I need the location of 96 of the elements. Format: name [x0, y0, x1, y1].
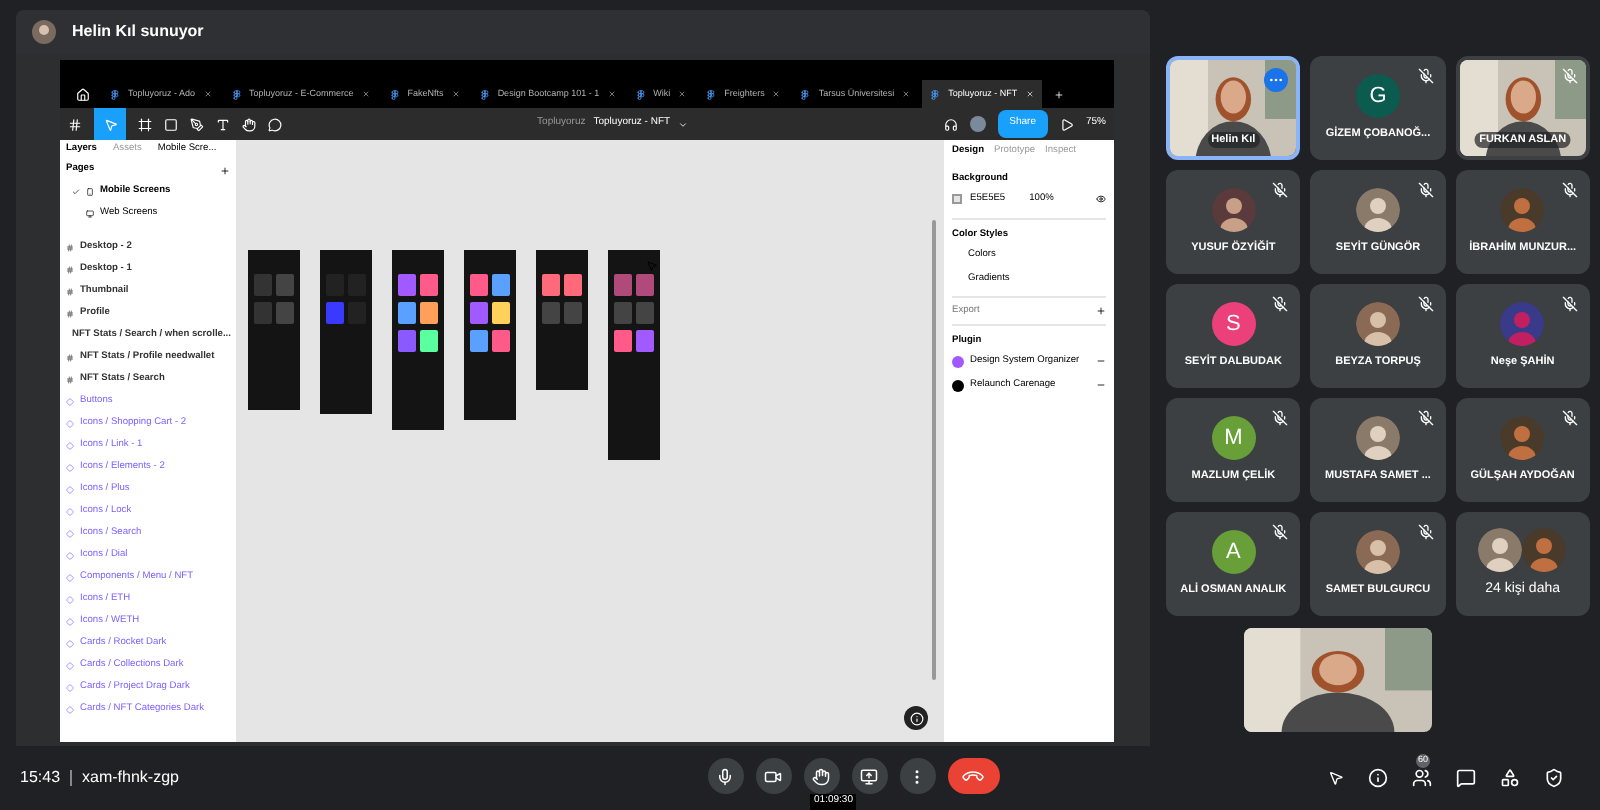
file-icon [930, 89, 941, 99]
component-icon [66, 595, 74, 603]
chat-icon[interactable] [1456, 768, 1476, 788]
phone-icon [86, 187, 94, 195]
file-icon [231, 89, 242, 99]
add-export-icon[interactable] [1096, 306, 1106, 317]
mobile-frame-thumbnail[interactable] [392, 250, 444, 430]
component-icon [66, 441, 74, 449]
avatar-initial: A [1211, 529, 1256, 574]
clock-time: 15:43 [20, 766, 61, 790]
frame-icon [66, 309, 74, 317]
file-icon [479, 89, 490, 99]
meeting-code: xam-fhnk-zgp [82, 766, 179, 790]
avatar-photo [1355, 415, 1400, 460]
main-menu-icon[interactable] [68, 117, 82, 131]
component-icon [66, 419, 74, 427]
add-page-icon[interactable] [220, 165, 230, 175]
headphones-icon[interactable] [943, 117, 958, 131]
microphone-button[interactable] [707, 758, 744, 795]
mobile-frame-thumbnail[interactable] [248, 250, 300, 410]
pointer-icon [103, 117, 117, 131]
mobile-frame-thumbnail[interactable] [536, 250, 588, 390]
file-icon [389, 89, 400, 99]
home-icon[interactable] [76, 87, 90, 101]
meeting-details-icon[interactable] [1368, 768, 1388, 788]
avatar-photo [1211, 187, 1256, 232]
present-button[interactable] [851, 758, 888, 795]
pen-tool-icon[interactable] [190, 117, 204, 131]
component-icon [66, 683, 74, 691]
component-icon [66, 551, 74, 559]
component-icon [66, 529, 74, 537]
file-icon [706, 89, 717, 99]
hand-tool-icon[interactable] [242, 117, 256, 131]
file-icon [800, 89, 811, 99]
remove-icon[interactable] [1096, 356, 1106, 367]
cursor-icon [646, 260, 658, 272]
comment-tool-icon[interactable] [268, 117, 282, 131]
frame-icon [66, 287, 74, 295]
avatar-photo [1500, 301, 1545, 346]
remove-icon[interactable] [1096, 380, 1106, 391]
avatar-initial: M [1211, 415, 1256, 460]
avatar-photo [1355, 529, 1400, 574]
add-tab-icon[interactable] [1053, 89, 1064, 99]
frame-icon [66, 265, 74, 273]
canvas[interactable] [236, 140, 944, 742]
avatar-photo [1500, 415, 1545, 460]
avatar-photo [1500, 187, 1545, 232]
component-icon [66, 639, 74, 647]
check-icon [72, 187, 80, 195]
activities-icon[interactable] [1500, 768, 1520, 788]
component-icon [66, 617, 74, 625]
monitor-icon [86, 209, 94, 217]
avatar-photo [1478, 527, 1523, 572]
component-icon [66, 463, 74, 471]
dropdown-icon[interactable] [678, 119, 689, 129]
people-icon[interactable] [1412, 768, 1432, 788]
raise-hand-button[interactable] [803, 758, 840, 795]
avatar-photo [1522, 527, 1567, 572]
presenter-label: Helin Kıl sunuyor [72, 20, 204, 44]
component-icon [66, 397, 74, 405]
cursor-icon [1328, 770, 1344, 786]
file-icon [110, 89, 120, 99]
frame-icon [66, 375, 74, 383]
frame-icon [66, 353, 74, 361]
component-icon [66, 507, 74, 515]
component-icon [66, 573, 74, 581]
mobile-frame-thumbnail[interactable] [320, 250, 372, 414]
frame-tool-icon[interactable] [138, 117, 152, 131]
shape-tool-icon[interactable] [164, 117, 178, 131]
present-icon [860, 767, 879, 786]
more-options-button[interactable] [899, 758, 936, 795]
camera-icon [764, 767, 783, 786]
avatar-initial: S [1211, 301, 1256, 346]
microphone-icon [716, 767, 735, 786]
color-swatch[interactable] [952, 193, 962, 204]
avatar-photo [1355, 301, 1400, 346]
text-tool-icon[interactable] [216, 117, 230, 131]
camera-button[interactable] [755, 758, 792, 795]
help-icon [909, 711, 923, 725]
component-icon [66, 661, 74, 669]
mobile-frame-thumbnail[interactable] [608, 250, 660, 460]
avatar-photo [1355, 187, 1400, 232]
frame-icon [66, 243, 74, 251]
component-icon [66, 705, 74, 713]
user-avatar [969, 116, 986, 132]
avatar-initial: G [1355, 73, 1400, 118]
visibility-icon[interactable] [1096, 193, 1106, 204]
file-icon [635, 89, 646, 99]
present-icon[interactable] [1059, 117, 1074, 131]
component-icon [66, 485, 74, 493]
leave-call-button[interactable] [947, 758, 1000, 795]
avatar-photo [32, 20, 56, 44]
host-controls-icon[interactable] [1544, 768, 1564, 788]
help-button[interactable] [904, 706, 928, 730]
mobile-frame-thumbnail[interactable] [464, 250, 516, 420]
hand-icon [812, 767, 831, 786]
